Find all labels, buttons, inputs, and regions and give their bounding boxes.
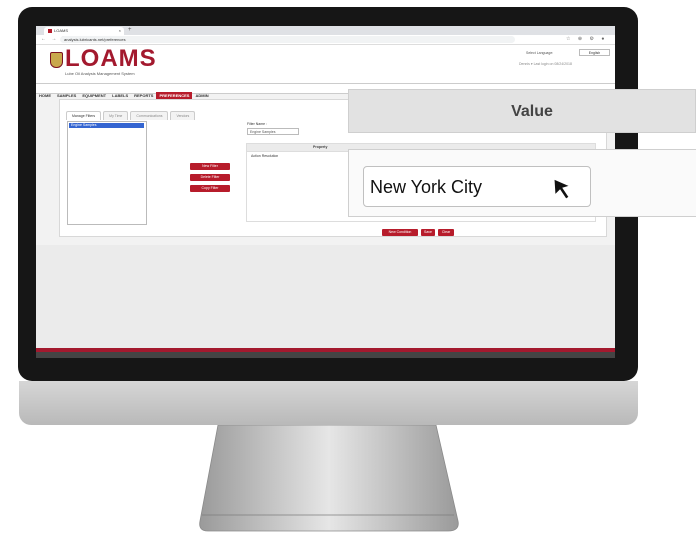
tab-close-icon[interactable]: ×	[119, 27, 121, 35]
table-row[interactable]: Action Resolution	[251, 154, 278, 158]
new-tab-icon[interactable]: +	[128, 26, 132, 35]
favicon-icon	[48, 28, 52, 33]
browser-tabstrip: LOAMS × +	[36, 26, 615, 35]
shield-logo-icon	[50, 52, 63, 68]
filter-name-input[interactable]: Engine Samples	[247, 128, 299, 135]
user-info[interactable]: Dennis ▾ Last login on 08/24/2018	[519, 62, 572, 66]
language-label: Select Language:	[526, 51, 554, 55]
tab-communications[interactable]: Communications	[130, 111, 169, 120]
tab-my-time[interactable]: My Time	[103, 111, 129, 120]
mouse-cursor-icon	[553, 178, 572, 200]
app-subtitle: Lube Oil Analysis Management System	[65, 71, 135, 76]
browser-tab-title: LOAMS	[54, 28, 69, 33]
zoom-value-cell: New York City	[348, 149, 696, 217]
footer-dark-bar	[36, 352, 615, 358]
browser-extension-icons[interactable]: ☆ ⊕ ⚙ ●	[566, 35, 607, 44]
app-header: LOAMS Lube Oil Analysis Management Syste…	[36, 45, 615, 83]
column-header-property: Property	[313, 145, 328, 149]
value-column-header: Value	[511, 103, 553, 120]
monitor-chin	[19, 381, 638, 425]
copy-filter-button[interactable]: Copy Filter	[190, 185, 230, 192]
zoom-value-header: Value	[348, 89, 696, 133]
new-filter-button[interactable]: New Filter	[190, 163, 230, 170]
page-background	[36, 245, 615, 348]
browser-tab[interactable]: LOAMS ×	[44, 27, 124, 35]
filter-list[interactable]: Engine Samples	[67, 121, 147, 225]
filter-list-item-selected[interactable]: Engine Samples	[69, 123, 144, 128]
app-logo: LOAMS	[65, 45, 157, 72]
filter-name-label: Filter Name :	[247, 122, 268, 126]
panel-tabs: Manage Filters My Time Communications Vendo…	[66, 104, 197, 120]
clear-button[interactable]: Clear	[438, 229, 454, 236]
monitor-stand	[199, 425, 459, 532]
language-select[interactable]: English	[579, 49, 610, 56]
address-bar[interactable]: analysis.lubricants.net/preferences	[60, 36, 515, 43]
save-button[interactable]: Save	[421, 229, 435, 236]
tab-manage-filters[interactable]: Manage Filters	[66, 111, 102, 120]
new-condition-button[interactable]: New Condition	[382, 229, 418, 236]
browser-toolbar: ← → C analysis.lubricants.net/preference…	[36, 35, 615, 45]
tab-vendors[interactable]: Vendors	[170, 111, 196, 120]
menu-item[interactable]: HOME	[36, 92, 54, 100]
delete-filter-button[interactable]: Delete Filter	[190, 174, 230, 181]
